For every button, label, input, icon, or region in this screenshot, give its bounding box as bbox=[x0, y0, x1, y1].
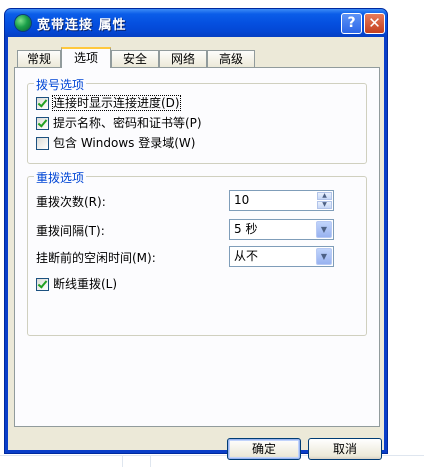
background-line bbox=[122, 455, 123, 467]
chevron-down-icon[interactable]: ▼ bbox=[316, 248, 332, 265]
spin-down-icon[interactable]: ▼ bbox=[317, 201, 332, 209]
checkbox-checked[interactable] bbox=[36, 117, 49, 130]
checkbox-label: 提示名称、密码和证书等(P) bbox=[53, 116, 202, 130]
redial-interval-dropdown[interactable]: 5 秒 ▼ bbox=[229, 219, 334, 240]
cancel-button[interactable]: 取消 bbox=[308, 438, 382, 460]
dialing-options-title: 拨号选项 bbox=[34, 76, 87, 93]
dialing-options-group: 拨号选项 连接时显示连接进度(D) 提示名称、密码和证书等(P) 包含 Wind… bbox=[27, 76, 367, 164]
dialog-client-area: 常规 选项 安全 网络 高级 拨号选项 连接时显示连接进度(D) 提示名称、密码… bbox=[8, 37, 384, 460]
idle-time-dropdown[interactable]: 从不 ▼ bbox=[229, 246, 334, 267]
redial-attempts-label: 重拨次数(R): bbox=[36, 195, 106, 209]
checkbox-label: 连接时显示连接进度(D) bbox=[52, 95, 181, 111]
idle-time-value: 从不 bbox=[234, 249, 259, 263]
background-line bbox=[150, 455, 151, 467]
close-button[interactable]: ✕ bbox=[364, 13, 385, 34]
redialing-options-title: 重拨选项 bbox=[34, 169, 87, 186]
checkbox-unchecked[interactable] bbox=[36, 137, 49, 150]
checkbox-label: 包含 Windows 登录域(W) bbox=[53, 136, 196, 150]
redialing-options-group: 重拨选项 重拨次数(R): 10 ▲ ▼ 重拨间隔(T): 5 秒 ▼ 挂断前的… bbox=[27, 169, 367, 336]
tab-general[interactable]: 常规 bbox=[17, 50, 61, 67]
ok-button[interactable]: 确定 bbox=[227, 438, 301, 460]
chevron-down-icon[interactable]: ▼ bbox=[316, 221, 332, 238]
tab-networking[interactable]: 网络 bbox=[159, 50, 207, 67]
redial-attempts-value: 10 bbox=[234, 193, 250, 207]
window-title: 宽带连接 属性 bbox=[37, 18, 127, 33]
idle-time-label: 挂断前的空闲时间(M): bbox=[36, 251, 156, 265]
options-tab-panel: 拨号选项 连接时显示连接进度(D) 提示名称、密码和证书等(P) 包含 Wind… bbox=[14, 67, 380, 427]
checkbox-checked[interactable] bbox=[36, 278, 49, 291]
spin-up-icon[interactable]: ▲ bbox=[317, 192, 332, 200]
redial-attempts-spinbox[interactable]: 10 ▲ ▼ bbox=[229, 190, 334, 211]
title-bar[interactable]: 宽带连接 属性 ? ✕ bbox=[5, 9, 387, 37]
checkbox-label: 断线重拨(L) bbox=[53, 277, 118, 291]
spin-buttons: ▲ ▼ bbox=[317, 192, 332, 209]
help-button[interactable]: ? bbox=[341, 13, 362, 34]
checkbox-checked[interactable] bbox=[36, 97, 49, 110]
tab-security[interactable]: 安全 bbox=[111, 50, 159, 67]
properties-dialog: 宽带连接 属性 ? ✕ 常规 选项 安全 网络 高级 拨号选项 连接时显示连接进… bbox=[4, 8, 388, 460]
tab-advanced[interactable]: 高级 bbox=[207, 50, 255, 67]
redial-interval-value: 5 秒 bbox=[234, 222, 258, 236]
close-icon: ✕ bbox=[368, 14, 381, 32]
network-connection-icon bbox=[15, 15, 31, 31]
tab-options[interactable]: 选项 bbox=[61, 47, 111, 68]
redial-interval-label: 重拨间隔(T): bbox=[36, 224, 105, 238]
help-icon: ? bbox=[347, 15, 356, 31]
